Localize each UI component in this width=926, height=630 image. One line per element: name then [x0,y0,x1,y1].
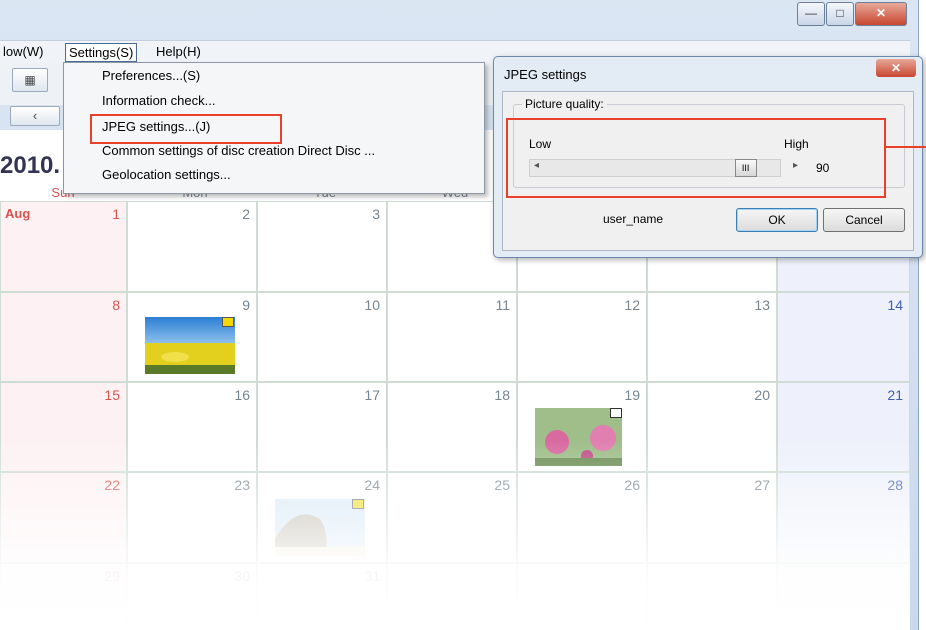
photo-thumbnail-clover[interactable] [535,408,622,466]
picture-quality-highlight [506,118,886,198]
day-number: 10 [364,297,380,313]
day-number: 17 [364,387,380,403]
calendar-cell[interactable] [777,563,910,630]
calendar-cell[interactable]: 2 [127,201,257,292]
calendar-cell[interactable]: 20 [647,382,777,472]
menu-settings[interactable]: Settings(S) [65,43,138,62]
day-number: 24 [364,477,380,493]
title-bar: — □ ✕ [0,0,918,38]
menu-item-geolocation-settings[interactable]: Geolocation settings... [102,165,231,185]
grid-icon: ▦ [24,73,36,87]
film-icon [352,499,364,509]
calendar-cell[interactable]: Aug 1 [0,201,127,292]
menu-item-preferences[interactable]: Preferences...(S) [102,66,200,86]
menu-item-information-check[interactable]: Information check... [102,91,215,111]
day-number: 11 [495,297,510,313]
day-number: 31 [364,568,380,584]
user-name-label: user_name [603,212,664,226]
grid-view-button[interactable]: ▦ [12,68,48,92]
day-number: 1 [112,206,120,222]
calendar-cell[interactable]: 15 [0,382,127,472]
year-label: 2010. [0,152,61,179]
day-number: 22 [104,477,120,493]
film-icon [222,317,234,327]
calendar-cell[interactable]: 30 [127,563,257,630]
calendar-cell[interactable] [387,563,517,630]
prev-month-button[interactable]: ‹ [10,106,60,126]
calendar-cell[interactable]: 17 [257,382,387,472]
close-button[interactable]: ✕ [855,2,907,26]
calendar-cell[interactable]: 29 [0,563,127,630]
day-number: 9 [242,297,250,313]
menu-help[interactable]: Help(H) [153,43,204,60]
calendar-cell[interactable]: 25 [387,472,517,563]
day-number: 25 [494,477,510,493]
movie-icon [610,408,622,418]
calendar-cell[interactable]: 13 [647,292,777,382]
day-number: 2 [242,206,250,222]
calendar-cell[interactable]: 8 [0,292,127,382]
calendar-cell[interactable]: 21 [777,382,910,472]
day-number: 19 [624,387,640,403]
cancel-button[interactable]: Cancel [823,208,905,232]
calendar-cell[interactable]: 28 [777,472,910,563]
day-number: 8 [112,297,120,313]
calendar-cell[interactable]: 26 [517,472,647,563]
day-number: 21 [887,387,903,403]
close-icon: ✕ [890,61,902,75]
calendar-cell[interactable]: 27 [647,472,777,563]
calendar-cell[interactable]: 31 [257,563,387,630]
close-icon: ✕ [875,6,887,20]
day-number: 30 [234,568,250,584]
month-label: Aug [5,206,31,221]
dialog-title: JPEG settings [504,67,587,82]
day-number: 12 [624,297,640,313]
calendar-cell[interactable] [647,563,777,630]
calendar-cell[interactable]: 18 [387,382,517,472]
calendar-cell[interactable]: 23 [127,472,257,563]
day-number: 16 [234,387,250,403]
calendar-cell[interactable]: 14 [777,292,910,382]
ok-button[interactable]: OK [736,208,818,232]
maximize-button[interactable]: □ [826,2,854,26]
day-number: 15 [104,387,120,403]
calendar-cell[interactable]: 22 [0,472,127,563]
day-number: 3 [372,206,380,222]
menu-window[interactable]: low(W) [0,43,46,60]
day-number: 29 [104,568,120,584]
minimize-button[interactable]: — [797,2,825,26]
calendar-cell[interactable]: 11 [387,292,517,382]
dialog-close-button[interactable]: ✕ [876,59,916,77]
calendar-cell[interactable]: 3 [257,201,387,292]
day-number: 28 [887,477,903,493]
calendar-cell[interactable]: 12 [517,292,647,382]
day-number: 13 [754,297,770,313]
calendar-cell[interactable]: 10 [257,292,387,382]
calendar-cell[interactable] [517,563,647,630]
day-number: 14 [887,297,903,313]
day-number: 18 [494,387,510,403]
day-number: 23 [234,477,250,493]
day-number: 26 [624,477,640,493]
picture-quality-label: Picture quality: [522,97,607,111]
callout-line [884,146,926,148]
day-number: 27 [754,477,770,493]
calendar-cell[interactable]: 16 [127,382,257,472]
day-number: 20 [754,387,770,403]
jpeg-settings-highlight [90,114,282,144]
menu-item-disc-creation-settings[interactable]: Common settings of disc creation Direct … [102,141,375,161]
chevron-left-icon: ‹ [32,108,38,123]
